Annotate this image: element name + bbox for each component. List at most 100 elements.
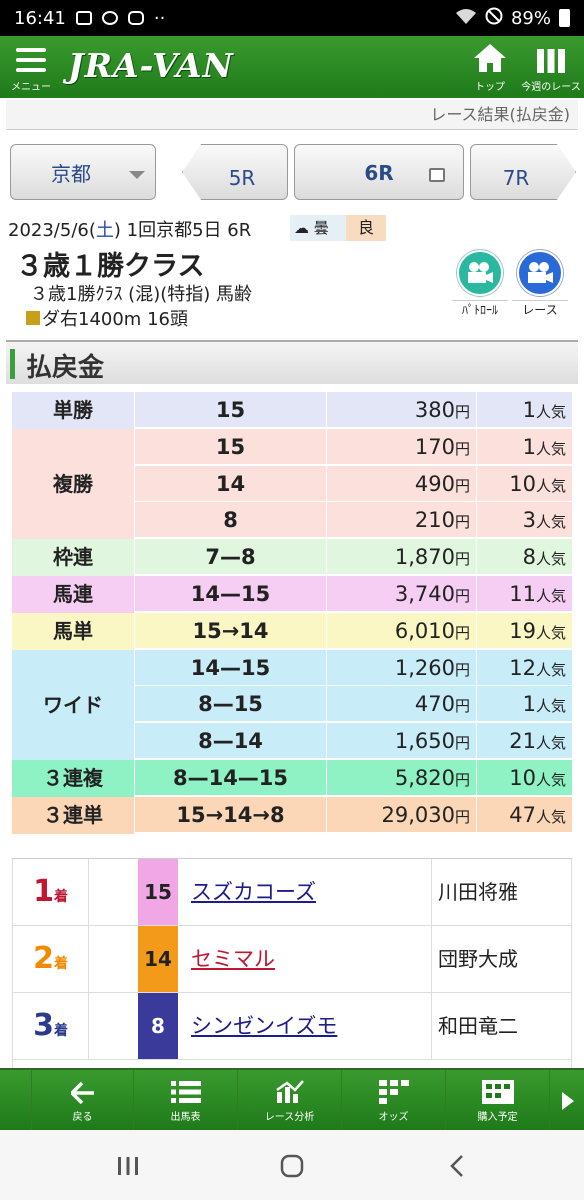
home-nav-button[interactable] xyxy=(280,1154,304,1182)
current-race-label: 6R xyxy=(364,161,394,185)
battery-icon xyxy=(559,9,570,27)
race-analysis-button[interactable]: レース分析 xyxy=(238,1070,342,1130)
system-navigation-bar xyxy=(0,1130,584,1200)
bottom-toolbar: 戻る 出馬表 レース分析 オッズ 購入予定 xyxy=(0,1068,584,1130)
payout-bet-type: 枠連 xyxy=(12,539,134,576)
dropdown-arrow-icon xyxy=(129,171,145,179)
sync-notification-icon xyxy=(101,11,118,25)
entries-label: 出馬表 xyxy=(170,1112,201,1123)
payout-combination: 15 xyxy=(134,392,326,428)
video-camera-icon xyxy=(517,250,563,296)
payout-combination: 7—8 xyxy=(134,539,326,576)
odds-button[interactable]: オッズ xyxy=(342,1070,446,1130)
dirt-course-square-icon xyxy=(26,311,40,325)
recent-apps-icon xyxy=(118,1157,138,1175)
app-header: メニュー JRA-VAN トップ 今週のレース xyxy=(0,36,584,98)
menu-label: メニュー xyxy=(11,82,51,93)
race-video-label: レース xyxy=(512,300,568,318)
race-class-title: ３歳１勝クラス xyxy=(16,251,205,282)
next-race-button[interactable]: 7R xyxy=(470,144,576,200)
more-notifications-icon: ·· xyxy=(153,7,166,29)
bracket-cell xyxy=(88,926,138,992)
list-icon xyxy=(134,1070,237,1104)
menu-button[interactable]: メニュー xyxy=(8,42,54,94)
prev-race-button[interactable]: 5R xyxy=(182,144,288,200)
this-week-races-button[interactable]: 今週のレース xyxy=(520,40,582,93)
weather-text: 曇 xyxy=(313,219,329,237)
payout-amount: 470円 xyxy=(326,686,476,723)
venue-select[interactable]: 京都 xyxy=(10,144,156,200)
payout-combination: 15 xyxy=(134,428,326,465)
weather-badge: ☁ 曇 xyxy=(290,215,346,241)
scroll-right-button[interactable] xyxy=(550,1070,584,1130)
payout-amount: 210円 xyxy=(326,502,476,539)
payout-popularity: 21人気 xyxy=(476,723,572,760)
payout-amount: 5,820円 xyxy=(326,760,476,796)
odds-grid-icon xyxy=(342,1070,445,1104)
results-table: 1着 15 スズカコーズ 川田将雅 2着 14 セミマル 団野大成 3着 8 シンゼンイズモ 和田竜二 xyxy=(12,858,572,1072)
payout-combination: 8—14—15 xyxy=(134,760,326,796)
jockey-name: 川田将雅 xyxy=(431,859,572,925)
home-circle-icon xyxy=(280,1154,304,1178)
patrol-video-button[interactable]: ﾊﾟﾄﾛｰﾙ xyxy=(452,250,508,318)
do-not-disturb-icon xyxy=(485,7,503,30)
payout-popularity: 12人気 xyxy=(476,649,572,686)
result-row: 2着 14 セミマル 団野大成 xyxy=(12,926,572,993)
payout-combination: 14—15 xyxy=(134,649,326,686)
result-row: 1着 15 スズカコーズ 川田将雅 xyxy=(12,859,572,926)
bracket-cell xyxy=(88,859,138,925)
payout-bet-type: 馬連 xyxy=(12,576,134,613)
race-video-button[interactable]: レース xyxy=(512,250,568,318)
back-button[interactable]: 戻る xyxy=(32,1070,134,1130)
race-date-line: 2023/5/6(土) 1回京都5日 6R xyxy=(8,216,251,242)
payout-bet-type: ３連複 xyxy=(12,760,134,797)
payout-combination: 15→14→8 xyxy=(134,796,326,833)
horse-number: 15 xyxy=(138,859,178,925)
payout-bet-type: 単勝 xyxy=(12,392,134,429)
payout-amount: 6,010円 xyxy=(326,612,476,649)
payout-bet-type: 複勝 xyxy=(12,428,134,540)
jra-van-logo[interactable]: JRA-VAN xyxy=(68,46,234,85)
race-course-text: ダ右1400m 16頭 xyxy=(42,309,188,330)
race-analysis-label: レース分析 xyxy=(264,1112,315,1123)
analysis-chart-icon xyxy=(238,1070,341,1104)
purchase-plan-button[interactable]: 購入予定 xyxy=(446,1070,550,1130)
venue-label: 京都 xyxy=(51,161,91,186)
section-title: 払戻金 xyxy=(26,353,105,383)
clock: 16:41 xyxy=(14,7,66,29)
payout-amount: 170円 xyxy=(326,428,476,465)
recent-apps-button[interactable] xyxy=(116,1156,140,1180)
jockey-name: 団野大成 xyxy=(431,926,572,992)
current-race-button[interactable]: 6R xyxy=(294,144,464,200)
horse-name-link[interactable]: シンゼンイズモ xyxy=(191,993,337,1059)
top-label: トップ xyxy=(475,82,505,93)
horse-number: 8 xyxy=(138,993,178,1059)
race-weekday: 土 xyxy=(95,220,114,241)
purchase-plan-label: 購入予定 xyxy=(477,1112,518,1123)
payout-combination: 14—15 xyxy=(134,576,326,612)
back-nav-button[interactable] xyxy=(448,1154,466,1182)
payout-amount: 1,870円 xyxy=(326,539,476,576)
payout-amount: 490円 xyxy=(326,465,476,502)
patrol-label: ﾊﾟﾄﾛｰﾙ xyxy=(452,300,508,318)
race-course: ダ右1400m 16頭 xyxy=(26,305,188,331)
purchase-plan-icon xyxy=(446,1070,549,1104)
payout-popularity: 11人気 xyxy=(476,576,572,612)
bracket-cell xyxy=(88,993,138,1059)
entries-button[interactable]: 出馬表 xyxy=(134,1070,238,1130)
payout-popularity: 19人気 xyxy=(476,612,572,649)
bottom-left-spacer xyxy=(0,1070,32,1130)
payout-combination: 8—14 xyxy=(134,723,326,760)
horse-name-link[interactable]: セミマル xyxy=(191,926,275,992)
cloud-icon: ☁ xyxy=(294,219,309,237)
instagram-notification-icon xyxy=(127,11,144,25)
payout-bet-type: 馬単 xyxy=(12,612,134,650)
video-camera-icon xyxy=(457,250,503,296)
payout-popularity: 1人気 xyxy=(476,686,572,723)
top-button[interactable]: トップ xyxy=(466,40,514,93)
columns-icon xyxy=(520,40,582,74)
payout-combination: 15→14 xyxy=(134,612,326,649)
track-condition-badge: 良 xyxy=(346,215,386,241)
horse-name-link[interactable]: スズカコーズ xyxy=(191,859,316,925)
payout-combination: 8 xyxy=(134,502,326,539)
